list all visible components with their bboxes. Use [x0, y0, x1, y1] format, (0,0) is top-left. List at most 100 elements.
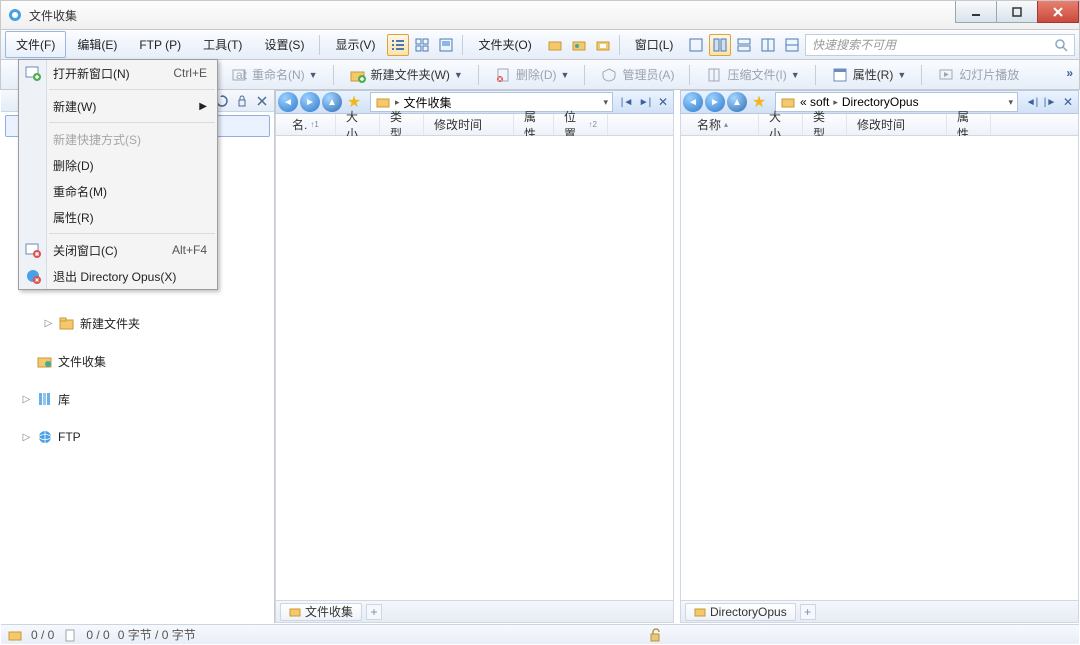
tree-lock-icon[interactable]	[234, 93, 250, 109]
folder-opt2-icon[interactable]	[568, 34, 590, 56]
close-button[interactable]	[1037, 1, 1079, 23]
breadcrumb-right[interactable]: « soft ▸ DirectoryOpus ▾	[775, 92, 1018, 112]
menu-tools[interactable]: 工具(T)	[192, 31, 253, 58]
view-thumbs-icon[interactable]	[435, 34, 457, 56]
new-folder-button[interactable]: 新建文件夹(W)▼	[342, 63, 470, 87]
minimize-button[interactable]	[955, 1, 997, 23]
menu-properties[interactable]: 属性(R)	[19, 204, 217, 230]
submenu-arrow-icon: ▶	[199, 101, 207, 112]
layout4-icon[interactable]	[757, 34, 779, 56]
col-pos[interactable]: 位置↑2	[554, 114, 608, 135]
col-mtime[interactable]: 修改时间	[847, 114, 947, 135]
menu-close-window[interactable]: 关闭窗口(C) Alt+F4	[19, 237, 217, 263]
col-size[interactable]: 大小	[336, 114, 380, 135]
back-button[interactable]: ◄	[278, 92, 298, 112]
view-details-icon[interactable]	[387, 34, 409, 56]
tab-left-0[interactable]: 文件收集	[280, 603, 362, 621]
col-type[interactable]: 类型	[803, 114, 847, 135]
new-folder-icon	[349, 66, 367, 84]
expand-icon[interactable]: ▷	[21, 432, 32, 443]
nav-next-icon[interactable]: ►|	[637, 94, 653, 110]
menu-settings[interactable]: 设置(S)	[253, 31, 315, 58]
menu-sep	[619, 35, 620, 55]
properties-icon	[831, 66, 849, 84]
file-dropdown-menu: 打开新窗口(N) Ctrl+E 新建(W) ▶ 新建快捷方式(S) 删除(D) …	[18, 59, 218, 290]
col-mtime[interactable]: 修改时间	[424, 114, 514, 135]
forward-button[interactable]: ►	[300, 92, 320, 112]
right-lister: ◄ ► ▲ ★ « soft ▸ DirectoryOpus ▾ ◄| |► ✕	[680, 90, 1079, 623]
close-tab-icon[interactable]: ✕	[655, 94, 671, 110]
menu-ftp[interactable]: FTP (P)	[128, 33, 192, 57]
col-attr[interactable]: 属性	[947, 114, 991, 135]
menu-delete[interactable]: 删除(D)	[19, 152, 217, 178]
menu-exit[interactable]: 退出 Directory Opus(X)	[19, 263, 217, 289]
menu-windows[interactable]: 窗口(L)	[624, 31, 685, 58]
file-count: 0 / 0	[86, 628, 109, 642]
layout5-icon[interactable]	[781, 34, 803, 56]
view-list-icon[interactable]	[411, 34, 433, 56]
nav-prev-icon[interactable]: |◄	[619, 94, 635, 110]
window-title: 文件收集	[29, 7, 77, 24]
file-list-left[interactable]	[275, 136, 674, 601]
svg-text:ab: ab	[236, 68, 247, 82]
tabs-left: 文件收集 +	[275, 601, 674, 623]
toolbar-overflow-icon[interactable]: »	[1066, 66, 1073, 80]
tree-library[interactable]: ▷ 库	[1, 387, 274, 411]
new-tab-button[interactable]: +	[800, 604, 816, 620]
library-icon	[36, 390, 54, 408]
layout3-icon[interactable]	[733, 34, 755, 56]
tab-right-0[interactable]: DirectoryOpus	[685, 603, 796, 621]
tree-new-folder[interactable]: ▷ 新建文件夹	[1, 311, 274, 335]
menu-rename[interactable]: 重命名(M)	[19, 178, 217, 204]
file-count-icon	[62, 627, 78, 643]
menu-new[interactable]: 新建(W) ▶	[19, 93, 217, 119]
title-bar: 文件收集	[0, 0, 1080, 30]
tree-file-collection[interactable]: 文件收集	[1, 349, 274, 373]
column-headers-left: 名.↑1 大小 类型 修改时间 属性 位置↑2	[275, 114, 674, 136]
folder-opt3-icon[interactable]	[592, 34, 614, 56]
tabs-right: DirectoryOpus +	[680, 601, 1079, 623]
folder-icon	[58, 314, 76, 332]
expand-icon[interactable]: ▷	[21, 394, 32, 405]
nav-prev-icon[interactable]: ◄|	[1024, 94, 1040, 110]
delete-button[interactable]: 删除(D)▼	[487, 63, 577, 87]
tree-close-icon[interactable]	[254, 93, 270, 109]
up-button[interactable]: ▲	[322, 92, 342, 112]
menu-display[interactable]: 显示(V)	[324, 31, 386, 58]
close-tab-icon[interactable]: ✕	[1060, 94, 1076, 110]
layout-dual-icon[interactable]	[709, 34, 731, 56]
menu-edit[interactable]: 编辑(E)	[66, 31, 128, 58]
col-name[interactable]: 名.↑1	[282, 114, 336, 135]
maximize-button[interactable]	[996, 1, 1038, 23]
up-button[interactable]: ▲	[727, 92, 747, 112]
properties-button[interactable]: 属性(R)▼	[824, 63, 914, 87]
col-size[interactable]: 大小	[759, 114, 803, 135]
menu-folders[interactable]: 文件夹(O)	[467, 31, 542, 58]
forward-button[interactable]: ►	[705, 92, 725, 112]
back-button[interactable]: ◄	[683, 92, 703, 112]
col-name[interactable]: 名称▴	[687, 114, 759, 135]
col-type[interactable]: 类型	[380, 114, 424, 135]
collection-icon	[36, 352, 54, 370]
admin-button[interactable]: 管理员(A)	[593, 63, 681, 87]
col-attr[interactable]: 属性	[514, 114, 554, 135]
tree-ftp[interactable]: ▷ FTP	[1, 425, 274, 449]
folder-count-icon	[7, 627, 23, 643]
admin-icon	[600, 66, 618, 84]
new-tab-button[interactable]: +	[366, 604, 382, 620]
folder-icon	[694, 606, 706, 618]
slideshow-button[interactable]: 幻灯片播放	[930, 63, 1026, 87]
ftp-icon	[36, 428, 54, 446]
folder-count: 0 / 0	[31, 628, 54, 642]
rename-button[interactable]: ab 重命名(N)▼	[223, 63, 325, 87]
compress-button[interactable]: 压缩文件(I)▼	[698, 63, 806, 87]
nav-next-icon[interactable]: |►	[1042, 94, 1058, 110]
quick-search-input[interactable]: 快速搜索不可用	[805, 34, 1075, 56]
expand-icon[interactable]: ▷	[43, 318, 54, 329]
folder-opt1-icon[interactable]	[544, 34, 566, 56]
favorites-icon[interactable]: ★	[749, 92, 769, 112]
layout1-icon[interactable]	[685, 34, 707, 56]
menu-file[interactable]: 文件(F)	[5, 31, 66, 58]
file-list-right[interactable]	[680, 136, 1079, 601]
menu-open-new-window[interactable]: 打开新窗口(N) Ctrl+E	[19, 60, 217, 86]
